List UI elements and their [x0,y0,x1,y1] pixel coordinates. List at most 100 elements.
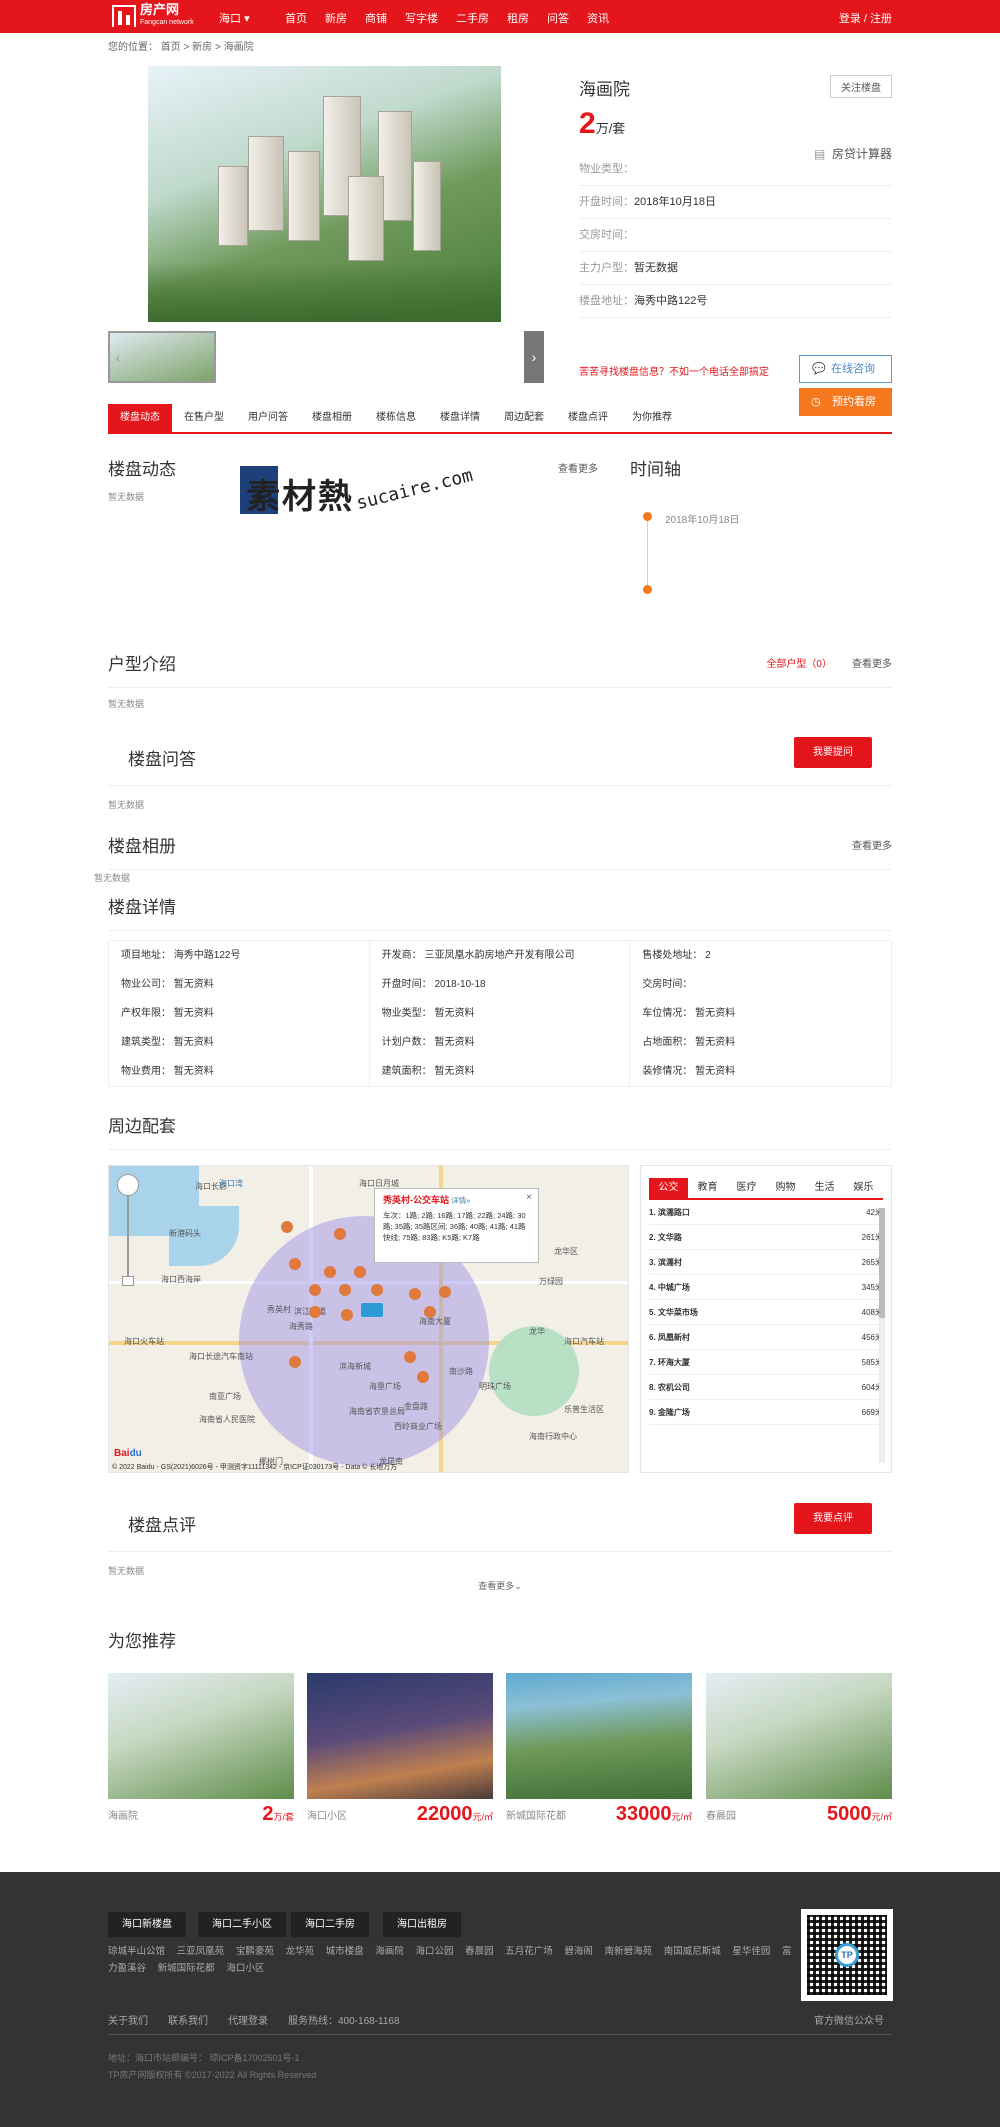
footer-link[interactable]: 海口小区 [226,1963,264,1974]
login-register-link[interactable]: 登录 / 注册 [839,10,892,26]
map-pin[interactable] [289,1356,301,1368]
footer-link[interactable]: 城市楼盘 [326,1946,364,1957]
footer-link[interactable]: 碧海阁 [564,1946,593,1957]
footer-link[interactable]: 五月花广场 [505,1946,553,1957]
poi-item[interactable]: 8. 农机公司 604米 [649,1375,883,1400]
nav-item-secondhand[interactable]: 二手房 [456,10,489,26]
all-units-link[interactable]: 全部户型（0） [766,655,832,670]
footer-link[interactable]: 龙华苑 [285,1946,314,1957]
recommend-photo[interactable] [506,1673,692,1799]
map-pin[interactable] [324,1266,336,1278]
footer-nav-agent-login[interactable]: 代理登录 [228,2012,268,2027]
write-review-button[interactable]: 我要点评 [794,1503,872,1534]
recommend-card[interactable]: 海画院 2万/套 [108,1673,294,1825]
map-pin[interactable] [439,1286,451,1298]
tab-review[interactable]: 楼盘点评 [556,404,620,432]
poi-item[interactable]: 5. 文华菜市场 408米 [649,1300,883,1325]
footer-tab-newhouse[interactable]: 海口新楼盘 [108,1912,186,1937]
more-reviews-link[interactable]: 查看更多⌄ [108,1579,892,1592]
more-link[interactable]: 查看更多 [558,460,598,475]
map-pin[interactable] [424,1306,436,1318]
mortgage-calculator-link[interactable]: ▤ 房贷计算器 [814,145,892,162]
map-pin[interactable] [341,1309,353,1321]
map-pin[interactable] [409,1288,421,1300]
map-center-marker[interactable] [361,1303,383,1317]
poi-tab-life[interactable]: 生活 [805,1178,844,1198]
map-popup[interactable]: 秀英村-公交车站 详情» × 车次：1路; 2路; 16路; 17路; 22路;… [374,1188,539,1263]
tab-surround[interactable]: 周边配套 [492,404,556,432]
footer-link[interactable]: 春晨园 [465,1946,494,1957]
map-pin[interactable] [404,1351,416,1363]
poi-item[interactable]: 7. 环海大厦 585米 [649,1350,883,1375]
footer-nav-contact[interactable]: 联系我们 [168,2012,208,2027]
main-photo[interactable] [148,66,501,322]
nav-item-shop[interactable]: 商铺 [365,10,387,26]
more-link[interactable]: 查看更多 [852,655,892,670]
tab-buildings[interactable]: 楼栋信息 [364,404,428,432]
footer-tab-secondhand[interactable]: 海口二手房 [291,1912,369,1937]
poi-tab-bus[interactable]: 公交 [649,1178,688,1198]
footer-tab-secondhand-community[interactable]: 海口二手小区 [198,1912,286,1937]
footer-link[interactable]: 南国威尼斯城 [664,1946,721,1957]
poi-item[interactable]: 4. 中城广场 345米 [649,1275,883,1300]
map-pin[interactable] [309,1306,321,1318]
tab-qa[interactable]: 用户问答 [236,404,300,432]
recommend-photo[interactable] [706,1673,892,1799]
footer-link[interactable]: 三亚凤凰苑 [177,1946,225,1957]
poi-item[interactable]: 6. 凤凰新村 456米 [649,1325,883,1350]
recommend-card[interactable]: 春晨园 5000元/㎡ [706,1673,892,1825]
map-pin[interactable] [281,1221,293,1233]
map-pin[interactable] [354,1266,366,1278]
more-link[interactable]: 查看更多 [852,837,892,852]
ask-question-button[interactable]: 我要提问 [794,737,872,768]
nav-item-newhouse[interactable]: 新房 [325,10,347,26]
nav-item-news[interactable]: 资讯 [587,10,609,26]
tab-dynamics[interactable]: 楼盘动态 [108,404,172,432]
recommend-card[interactable]: 海口小区 22000元/㎡ [307,1673,493,1825]
poi-item[interactable]: 2. 文华路 261米 [649,1225,883,1250]
poi-item[interactable]: 3. 滨濡村 265米 [649,1250,883,1275]
map-pin[interactable] [289,1258,301,1270]
poi-tab-entertainment[interactable]: 娱乐 [844,1178,883,1198]
footer-nav-about[interactable]: 关于我们 [108,2012,148,2027]
footer-link[interactable]: 南新碧海苑 [605,1946,653,1957]
map-pin[interactable] [371,1284,383,1296]
follow-button[interactable]: 关注楼盘 [830,75,892,98]
map-pin[interactable] [339,1284,351,1296]
recommend-photo[interactable] [108,1673,294,1799]
chevron-right-icon[interactable]: › [524,331,544,383]
poi-item[interactable]: 9. 金隆广场 669米 [649,1400,883,1425]
footer-link[interactable]: 新城国际花都 [158,1963,215,1974]
footer-link[interactable]: 琼城半山公馆 [108,1946,165,1957]
tab-album[interactable]: 楼盘相册 [300,404,364,432]
footer-link[interactable]: 宝鹏豪苑 [236,1946,274,1957]
tab-recommend[interactable]: 为你推荐 [620,404,684,432]
nav-item-rent[interactable]: 租房 [507,10,529,26]
city-selector[interactable]: 海口 ▾ [219,10,250,26]
poi-item[interactable]: 1. 滨濡路口 42米 [649,1200,883,1225]
poi-tab-shopping[interactable]: 购物 [766,1178,805,1198]
poi-tab-medical[interactable]: 医疗 [727,1178,766,1198]
nav-item-home[interactable]: 首页 [285,10,307,26]
nav-item-qa[interactable]: 问答 [547,10,569,26]
map-pin[interactable] [334,1228,346,1240]
footer-link[interactable]: 海口公园 [415,1946,453,1957]
map-zoom-control[interactable] [117,1174,139,1294]
chevron-left-icon[interactable]: ‹ [108,331,128,383]
online-consult-button[interactable]: 💬 在线咨询 [799,355,892,383]
tab-units[interactable]: 在售户型 [172,404,236,432]
popup-detail-link[interactable]: 详情» [451,1196,470,1205]
close-icon[interactable]: × [526,1192,532,1203]
map-pin[interactable] [309,1284,321,1296]
scrollbar[interactable] [879,1208,885,1463]
footer-link[interactable]: 星华佳园 [732,1946,770,1957]
recommend-card[interactable]: 新城国际花都 33000元/㎡ [506,1673,692,1825]
hotline-text[interactable]: 苦苦寻找楼盘信息？不如一个电话全部搞定 [579,363,769,378]
nav-item-office[interactable]: 写字楼 [405,10,438,26]
footer-tab-rent[interactable]: 海口出租房 [383,1912,461,1937]
tab-detail[interactable]: 楼盘详情 [428,404,492,432]
poi-tab-education[interactable]: 教育 [688,1178,727,1198]
site-logo[interactable]: 房产网 Fangcan network [112,3,194,28]
map-pin[interactable] [417,1371,429,1383]
footer-link[interactable]: 海画院 [375,1946,404,1957]
